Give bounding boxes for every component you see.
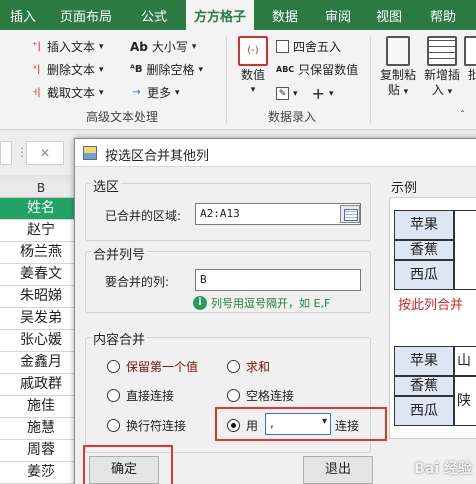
highlight-box (215, 407, 387, 441)
more-data-buttons[interactable]: ✎ ▾ + ▾ (276, 84, 333, 103)
ribbon-divider (226, 36, 227, 124)
extract-text-button[interactable]: ˧| 截取文本 ▾ (30, 84, 103, 101)
table-cell[interactable]: 周蓉 (0, 440, 82, 462)
abc-icon: ABC (276, 65, 295, 74)
dialog-title: 按选区合并其他列 (105, 149, 210, 164)
radio-keep-first[interactable]: 保留第一个值 (107, 358, 198, 375)
table-cell[interactable]: 吴发弟 (0, 308, 82, 330)
table-cell[interactable]: 朱昭娣 (0, 286, 82, 308)
tab-fangfang[interactable]: 方方格子 (186, 0, 255, 30)
ribbon: ⁺| 插入文本 ▾ ˣ| 删除文本 ▾ ˧| 截取文本 ▾ Ab 大小写 ▾ ᴬB 删除… (0, 30, 476, 130)
example-cell: 苹果 (394, 210, 454, 240)
tab-help[interactable]: 帮助 (430, 6, 456, 25)
grid-icon (276, 40, 289, 53)
app-icon (83, 146, 97, 160)
tab-insert[interactable]: 插入 (10, 6, 36, 25)
case-button[interactable]: Ab 大小写 ▾ (130, 38, 196, 55)
insert-text-button[interactable]: ⁺| 插入文本 ▾ (30, 38, 103, 55)
delete-spaces-button[interactable]: ᴬB 删除空格 ▾ (130, 61, 203, 78)
group-label-text: 高级文本处理 (86, 110, 159, 124)
example-cell: 香蕉 (394, 240, 454, 260)
ribbon-tabs: 插入 页面布局 公式 方方格子 数据 审阅 视图 帮助 (0, 0, 476, 30)
table-cell[interactable]: 姓名 (0, 198, 82, 220)
tab-page-layout[interactable]: 页面布局 (60, 6, 112, 25)
example-legend: 示例 (389, 177, 420, 196)
merged-range-label: 已合并的区域: (105, 209, 182, 223)
table-cell[interactable]: 姜春文 (0, 264, 82, 286)
number-icon: (-) (238, 36, 268, 66)
merge-column-hint: i 列号用逗号隔开，如 E,F (193, 295, 330, 311)
example-cell: 香蕉 (394, 376, 454, 396)
name-box[interactable] (0, 141, 12, 165)
table-cell[interactable]: 金鑫月 (0, 352, 82, 374)
radio-sum[interactable]: 求和 (227, 358, 270, 375)
copy-paste-button[interactable]: 复制粘 贴 ▾ (376, 36, 420, 100)
dialog-titlebar[interactable]: 按选区合并其他列 (75, 139, 476, 167)
radio-direct-join[interactable]: 直接连接 (107, 387, 174, 404)
more-button[interactable]: → 更多 ▾ (130, 84, 179, 101)
radio-circle (227, 389, 240, 402)
example-blank (454, 210, 476, 290)
plus-icon: + (311, 84, 325, 103)
exit-button[interactable]: 退出 (303, 456, 373, 484)
tab-view[interactable]: 视图 (376, 6, 402, 25)
tab-formulas[interactable]: 公式 (141, 6, 167, 25)
number-button[interactable]: (-) 数值 ▾ (236, 36, 270, 98)
radio-newline-join[interactable]: 换行符连接 (107, 417, 186, 434)
example-cell: 苹果 (394, 346, 454, 376)
table-cell[interactable]: 张心媛 (0, 330, 82, 352)
ribbon-divider (370, 36, 371, 124)
example-cell: 山 (454, 346, 476, 376)
table-cell[interactable]: 杨兰燕 (0, 242, 82, 264)
info-icon: i (193, 296, 207, 310)
close-icon: ✕ (39, 146, 51, 160)
cancel-formula-button[interactable]: ✕ (26, 141, 64, 165)
table-cell[interactable]: 施慧 (0, 418, 82, 440)
merge-column-label: 要合并的列: (105, 275, 170, 289)
merge-dialog: 按选区合并其他列 选区 已合并的区域: A2:A13 合并列号 要合并的列: B… (74, 138, 476, 484)
more-icon: → (132, 87, 141, 98)
clipboard-icon (386, 36, 410, 66)
group-label-data: 数据录入 (268, 110, 317, 124)
selection-legend: 选区 (91, 176, 122, 195)
tab-review[interactable]: 审阅 (325, 6, 351, 25)
merged-range-input[interactable]: A2:A13 (195, 203, 361, 225)
edit-icon: ✎ (276, 87, 289, 100)
radio-space-join[interactable]: 空格连接 (227, 387, 294, 404)
batch-icon (464, 36, 476, 66)
table-cell[interactable]: 戚政群 (0, 374, 82, 396)
example-cell: 西瓜 (394, 260, 454, 290)
example-cell: 陕 (454, 376, 476, 426)
watermark: Bai 经验 (414, 461, 472, 477)
merge-column-legend: 合并列号 (91, 244, 148, 263)
delete-text-button[interactable]: ˣ| 删除文本 ▾ (30, 61, 104, 78)
table-cell[interactable]: 赵宁 (0, 220, 82, 242)
case-icon: Ab (130, 39, 148, 54)
range-picker-button[interactable] (340, 205, 360, 223)
content-merge-legend: 内容合并 (91, 329, 148, 348)
radio-circle (107, 360, 120, 373)
extract-text-icon: ˧| (32, 87, 41, 98)
radio-circle (107, 419, 120, 432)
collapse-ribbon-icon[interactable]: ˆ (460, 110, 465, 121)
delete-spaces-icon: ᴬB (130, 64, 143, 75)
insert-rows-icon (427, 36, 457, 66)
example-cell: 西瓜 (394, 396, 454, 426)
radio-circle (107, 389, 120, 402)
insert-text-icon: ⁺| (32, 41, 41, 52)
delete-text-icon: ˣ| (32, 64, 41, 75)
insert-new-button[interactable]: 新增插 入 ▾ (420, 36, 464, 100)
example-panel: 苹果 香蕉 西瓜 按此列合并 苹果 香蕉 西瓜 山 陕 (389, 197, 476, 439)
batch-button[interactable]: 批 (464, 36, 476, 83)
keep-values-button[interactable]: ABC 只保留数值 (276, 61, 358, 78)
highlight-box (83, 445, 173, 484)
table-cell[interactable]: 施佳 (0, 396, 82, 418)
example-note: 按此列合并 (398, 298, 464, 313)
radio-circle (227, 360, 240, 373)
table-cell[interactable]: 姜莎 (0, 462, 82, 484)
merge-column-input[interactable]: B (195, 269, 361, 291)
column-header[interactable]: B (0, 181, 82, 198)
round-button[interactable]: 四舍五入 (276, 38, 341, 55)
tab-data[interactable]: 数据 (272, 6, 298, 25)
